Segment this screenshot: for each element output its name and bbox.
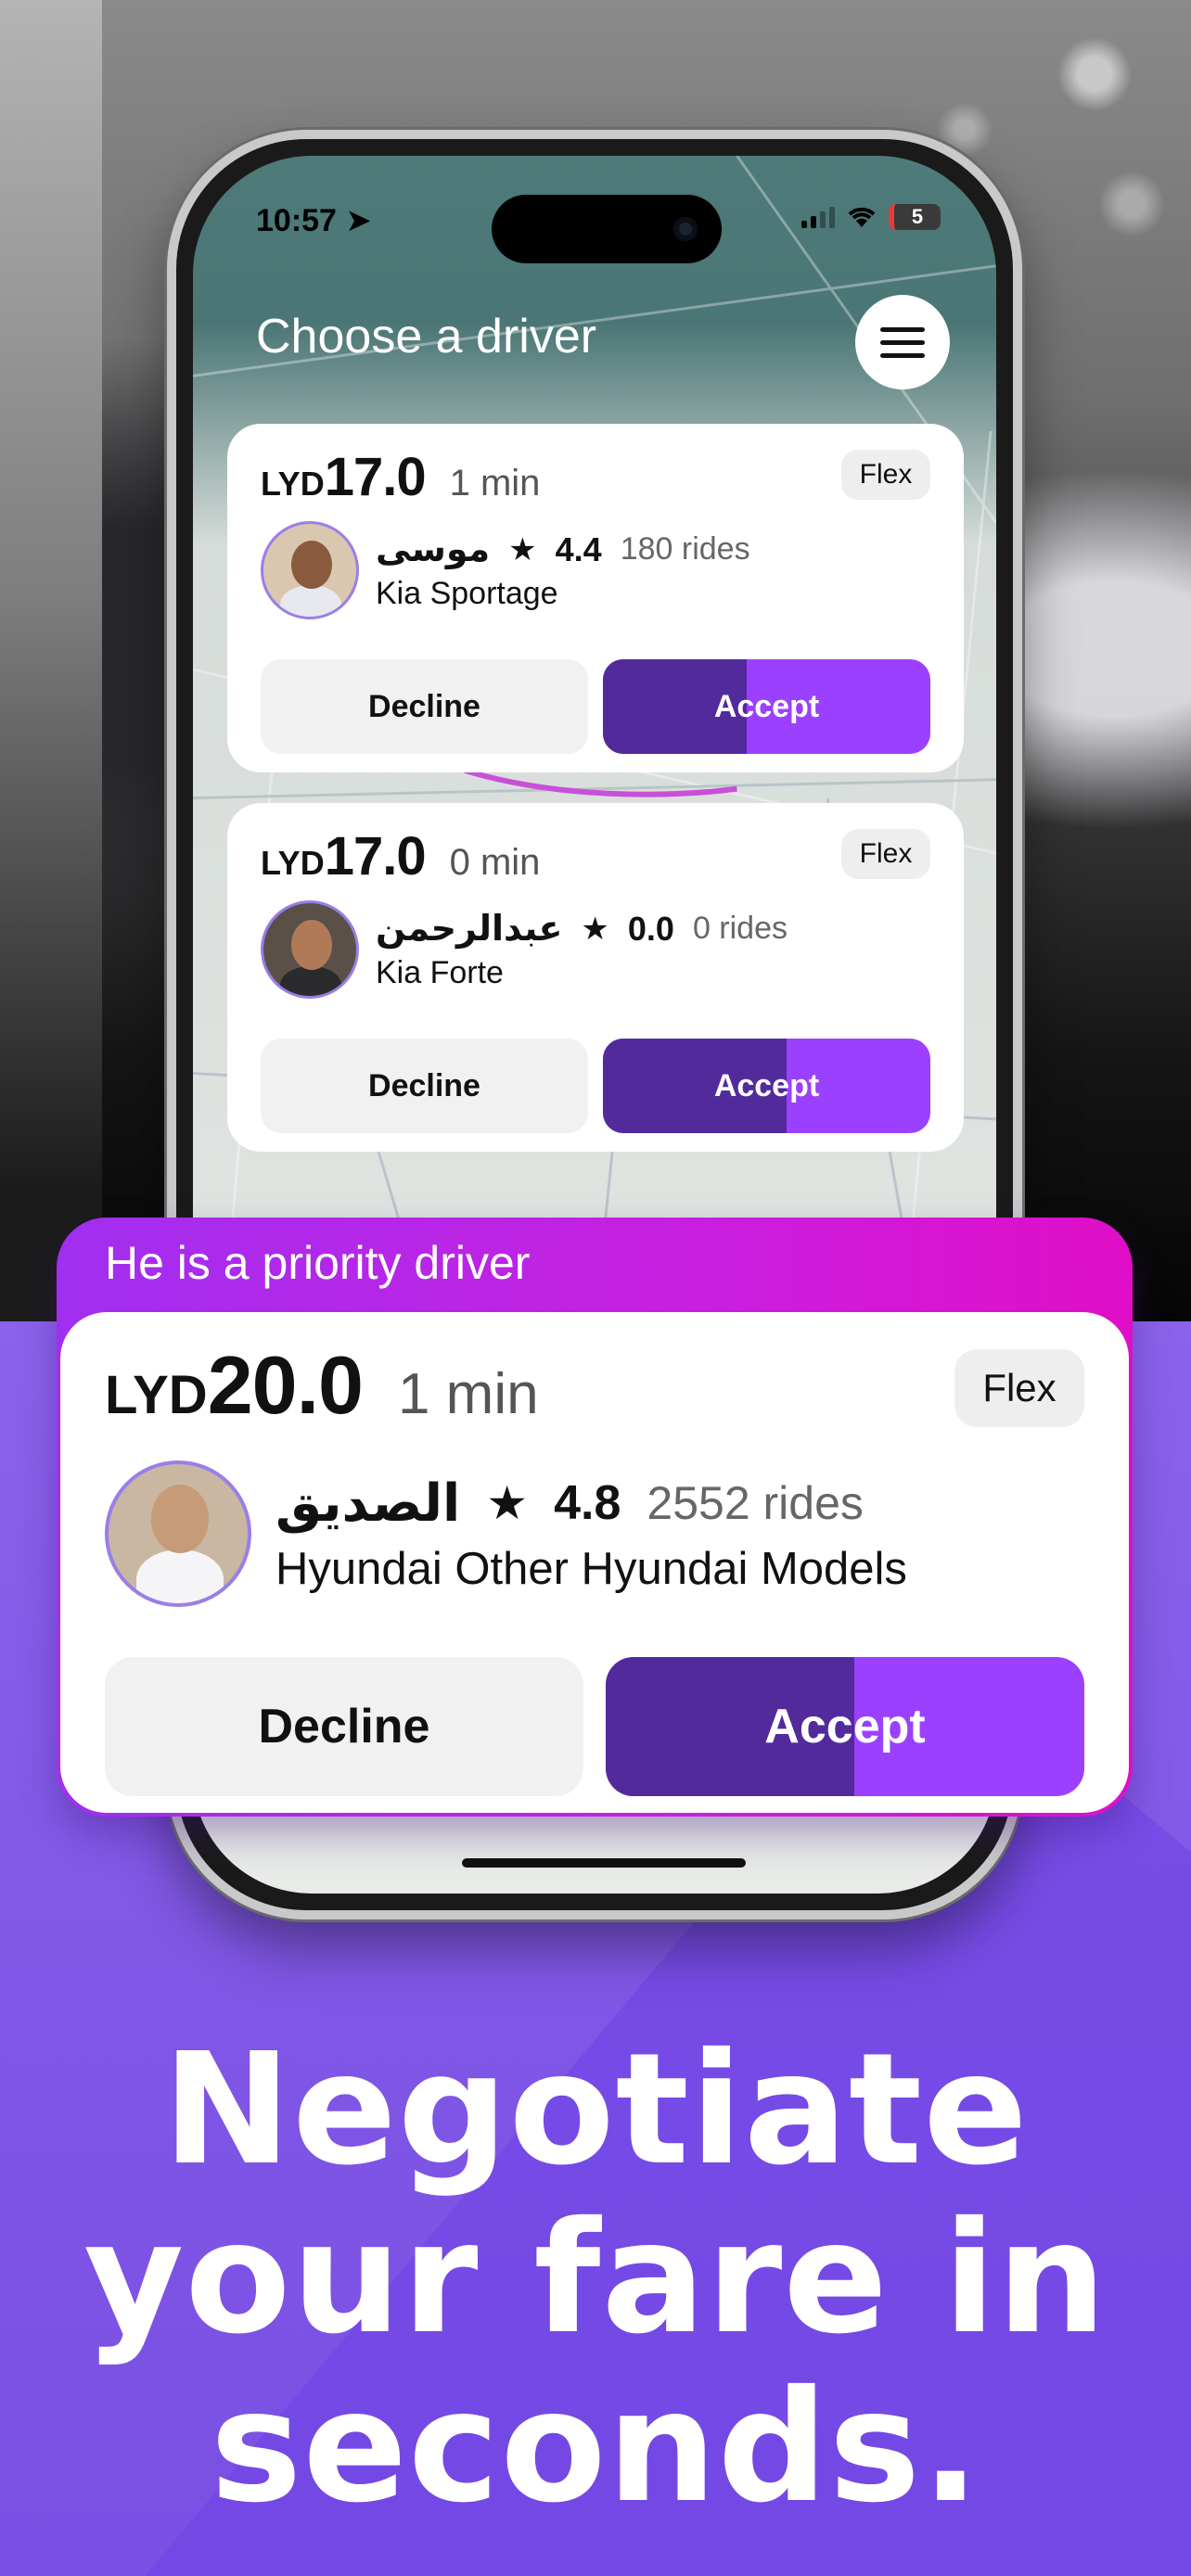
status-icons: 5 (801, 204, 941, 230)
price-value: 17.0 (324, 826, 427, 886)
price-value: 20.0 (207, 1339, 364, 1431)
driver-name: عبدالرحمن (376, 910, 563, 949)
driver-row: موسى ★ 4.4 180 rides Kia Sportage (261, 521, 930, 619)
offer-card: LYD 17.0 0 min Flex عبدالرحمن ★ 0.0 0 ri… (227, 803, 964, 1152)
price-row: LYD 20.0 1 min (105, 1338, 1084, 1433)
star-icon: ★ (581, 911, 609, 947)
car-model: Kia Sportage (376, 576, 558, 611)
currency-label: LYD (261, 465, 325, 503)
home-indicator (462, 1858, 746, 1868)
car-model: Hyundai Other Hyundai Models (275, 1544, 907, 1594)
accept-button[interactable]: Accept (606, 1657, 1084, 1796)
ride-count: 180 rides (620, 531, 750, 567)
avatar (261, 900, 359, 999)
page-title: Choose a driver (256, 310, 597, 363)
accept-button[interactable]: Accept (603, 659, 930, 754)
driver-name: الصديق (275, 1473, 461, 1532)
offer-card: LYD 20.0 1 min Flex الصديق ★ 4.8 2552 ri… (60, 1312, 1129, 1813)
price-value: 17.0 (324, 447, 427, 507)
star-icon: ★ (508, 531, 537, 567)
price-row: LYD 17.0 0 min (261, 825, 930, 887)
flex-badge: Flex (954, 1349, 1084, 1427)
accept-button[interactable]: Accept (603, 1039, 930, 1133)
cellular-signal-icon (801, 206, 835, 228)
eta-label: 1 min (397, 1362, 539, 1426)
offer-card: LYD 17.0 1 min Flex موسى ★ 4.4 180 rides… (227, 424, 964, 772)
car-model: Kia Forte (376, 955, 504, 990)
driver-row: الصديق ★ 4.8 2552 rides Hyundai Other Hy… (105, 1460, 1084, 1607)
headline-line: Negotiate (162, 2021, 1029, 2200)
priority-banner: He is a priority driver (105, 1237, 531, 1289)
ride-count: 0 rides (692, 911, 788, 946)
currency-label: LYD (261, 844, 325, 882)
driver-row: عبدالرحمن ★ 0.0 0 rides Kia Forte (261, 900, 930, 999)
location-arrow-icon: ➤ (345, 203, 372, 238)
driver-rating: 4.4 (555, 529, 602, 568)
driver-name: موسى (376, 530, 491, 569)
driver-rating: 4.8 (554, 1476, 621, 1530)
flex-badge: Flex (841, 450, 930, 500)
avatar (261, 521, 359, 619)
eta-label: 0 min (449, 842, 541, 883)
priority-offer: He is a priority driver LYD 20.0 1 min F… (57, 1218, 1133, 1817)
flex-badge: Flex (841, 829, 930, 879)
driver-rating: 0.0 (627, 909, 674, 948)
menu-button[interactable] (855, 295, 950, 389)
price-row: LYD 17.0 1 min (261, 446, 930, 508)
headline-line: seconds. (210, 2358, 981, 2537)
headline-line: your fare in (83, 2189, 1108, 2368)
star-icon: ★ (486, 1477, 529, 1529)
status-time: 10:57 ➤ (256, 203, 372, 238)
decline-button[interactable]: Decline (105, 1657, 583, 1796)
eta-label: 1 min (449, 463, 541, 504)
marketing-headline: Negotiate your fare in seconds. (0, 2026, 1191, 2532)
battery-indicator: 5 (889, 204, 941, 230)
decline-button[interactable]: Decline (261, 659, 588, 754)
currency-label: LYD (105, 1365, 208, 1425)
hamburger-icon (880, 326, 925, 332)
ride-count: 2552 rides (647, 1477, 864, 1529)
avatar (105, 1460, 251, 1607)
wifi-icon (848, 207, 876, 227)
dynamic-island (492, 195, 722, 263)
decline-button[interactable]: Decline (261, 1039, 588, 1133)
